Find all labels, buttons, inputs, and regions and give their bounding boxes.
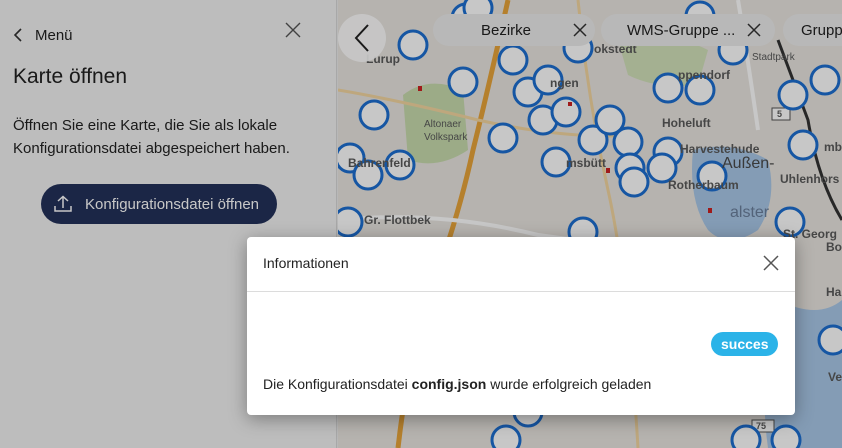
message-filename: config.json <box>411 376 487 392</box>
status-badge: succes <box>711 332 779 356</box>
message-suffix: wurde erfolgreich geladen <box>486 376 652 392</box>
message-prefix: Die Konfigurationsdatei <box>263 376 412 392</box>
dialog-header: Informationen <box>247 237 795 292</box>
dialog-message: Die Konfigurationsdatei config.json wurd… <box>263 376 651 392</box>
dialog-title: Informationen <box>263 255 349 271</box>
info-dialog: Informationen succes Die Konfigurationsd… <box>247 237 795 415</box>
close-icon[interactable] <box>761 253 781 273</box>
